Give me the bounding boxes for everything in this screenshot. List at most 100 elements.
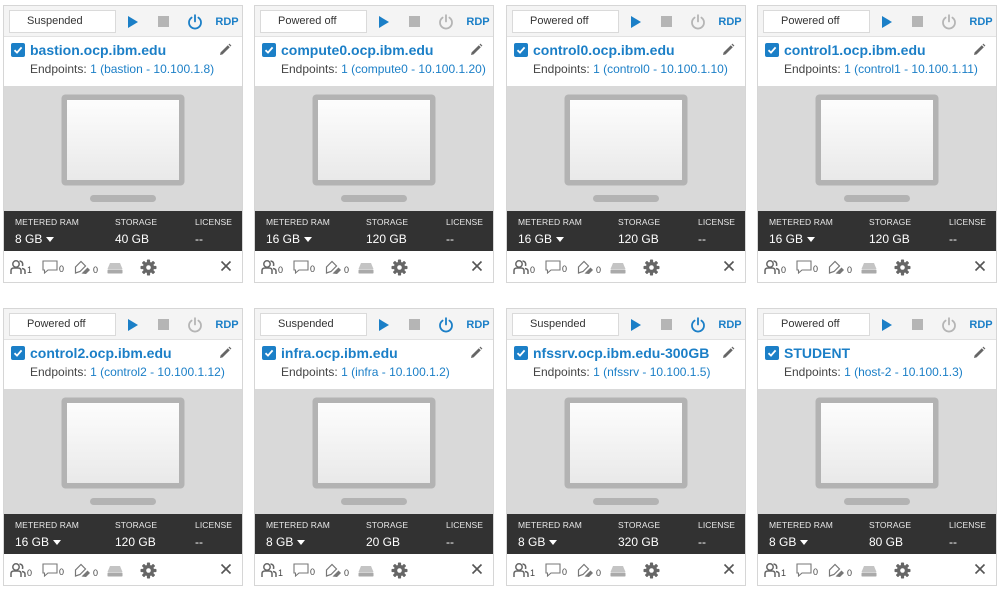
disk-button[interactable] [610,262,626,274]
comments-button[interactable]: 0 [545,563,567,577]
rdp-button[interactable]: RDP [463,10,493,33]
shutdown-button[interactable] [684,10,712,33]
endpoint-link[interactable]: 1 (control1 - 10.100.1.11) [844,62,978,76]
pencil-icon[interactable] [972,43,986,57]
pencil-icon[interactable] [721,43,735,57]
settings-button[interactable] [643,562,660,579]
shutdown-button[interactable] [684,313,712,336]
disk-button[interactable] [107,565,123,577]
shutdown-button[interactable] [181,10,209,33]
endpoint-link[interactable]: 1 (nfssrv - 10.100.1.5) [593,365,710,379]
users-button[interactable]: 1 [10,260,32,275]
users-button[interactable]: 1 [764,563,786,578]
disk-button[interactable] [861,262,877,274]
power-off-button[interactable] [149,313,177,336]
comments-button[interactable]: 0 [545,260,567,274]
vm-name-link[interactable]: nfssrv.ocp.ibm.edu-300GB [533,345,709,361]
pencil-icon[interactable] [721,346,735,360]
comments-button[interactable]: 0 [796,260,818,274]
power-off-button[interactable] [652,10,680,33]
vm-name-link[interactable]: control0.ocp.ibm.edu [533,42,675,58]
power-off-button[interactable] [652,313,680,336]
users-button[interactable]: 0 [513,260,535,275]
comments-button[interactable]: 0 [293,563,315,577]
shutdown-button[interactable] [432,313,460,336]
vm-console-preview[interactable] [758,389,996,514]
metered-ram-dropdown[interactable]: 16 GB [769,232,833,246]
rdp-button[interactable]: RDP [715,10,745,33]
rdp-button[interactable]: RDP [463,313,493,336]
power-off-button[interactable] [149,10,177,33]
comments-button[interactable]: 0 [796,563,818,577]
vm-select-checkbox[interactable] [11,346,25,360]
shutdown-button[interactable] [432,10,460,33]
tags-button[interactable]: 0 [325,563,349,578]
pencil-icon[interactable] [469,346,483,360]
power-on-button[interactable] [871,10,899,33]
tags-button[interactable]: 0 [828,563,852,578]
settings-button[interactable] [140,562,157,579]
vm-name-link[interactable]: infra.ocp.ibm.edu [281,345,398,361]
power-off-button[interactable] [903,313,931,336]
vm-console-preview[interactable] [507,389,745,514]
endpoint-link[interactable]: 1 (compute0 - 10.100.1.20) [341,62,486,76]
power-on-button[interactable] [871,313,899,336]
vm-select-checkbox[interactable] [765,346,779,360]
vm-select-checkbox[interactable] [514,346,528,360]
metered-ram-dropdown[interactable]: 16 GB [15,535,79,549]
vm-name-link[interactable]: bastion.ocp.ibm.edu [30,42,166,58]
vm-select-checkbox[interactable] [514,43,528,57]
power-off-button[interactable] [400,313,428,336]
comments-button[interactable]: 0 [42,563,64,577]
metered-ram-dropdown[interactable]: 16 GB [518,232,582,246]
power-on-button[interactable] [368,313,396,336]
disk-button[interactable] [610,565,626,577]
endpoint-link[interactable]: 1 (control2 - 10.100.1.12) [90,365,225,379]
vm-select-checkbox[interactable] [262,346,276,360]
users-button[interactable]: 0 [764,260,786,275]
delete-button[interactable] [974,563,986,575]
endpoint-link[interactable]: 1 (control0 - 10.100.1.10) [593,62,728,76]
vm-name-link[interactable]: control2.ocp.ibm.edu [30,345,172,361]
metered-ram-dropdown[interactable]: 8 GB [266,535,330,549]
pencil-icon[interactable] [469,43,483,57]
users-button[interactable]: 0 [10,563,32,578]
vm-console-preview[interactable] [255,389,493,514]
vm-name-link[interactable]: compute0.ocp.ibm.edu [281,42,433,58]
vm-console-preview[interactable] [4,389,242,514]
tags-button[interactable]: 0 [74,260,98,275]
settings-button[interactable] [391,562,408,579]
settings-button[interactable] [643,259,660,276]
endpoint-link[interactable]: 1 (bastion - 10.100.1.8) [90,62,214,76]
rdp-button[interactable]: RDP [212,10,242,33]
vm-console-preview[interactable] [255,86,493,211]
rdp-button[interactable]: RDP [212,313,242,336]
shutdown-button[interactable] [935,10,963,33]
tags-button[interactable]: 0 [577,563,601,578]
disk-button[interactable] [861,565,877,577]
comments-button[interactable]: 0 [293,260,315,274]
shutdown-button[interactable] [935,313,963,336]
delete-button[interactable] [471,260,483,272]
vm-console-preview[interactable] [758,86,996,211]
endpoint-link[interactable]: 1 (infra - 10.100.1.2) [341,365,450,379]
power-on-button[interactable] [368,10,396,33]
power-on-button[interactable] [620,10,648,33]
delete-button[interactable] [723,260,735,272]
metered-ram-dropdown[interactable]: 8 GB [769,535,833,549]
delete-button[interactable] [220,563,232,575]
tags-button[interactable]: 0 [74,563,98,578]
rdp-button[interactable]: RDP [966,313,996,336]
users-button[interactable]: 0 [261,260,283,275]
power-on-button[interactable] [117,313,145,336]
rdp-button[interactable]: RDP [966,10,996,33]
vm-console-preview[interactable] [4,86,242,211]
delete-button[interactable] [220,260,232,272]
delete-button[interactable] [723,563,735,575]
vm-name-link[interactable]: control1.ocp.ibm.edu [784,42,926,58]
vm-select-checkbox[interactable] [765,43,779,57]
settings-button[interactable] [894,259,911,276]
metered-ram-dropdown[interactable]: 8 GB [15,232,79,246]
disk-button[interactable] [358,262,374,274]
endpoint-link[interactable]: 1 (host-2 - 10.100.1.3) [844,365,963,379]
